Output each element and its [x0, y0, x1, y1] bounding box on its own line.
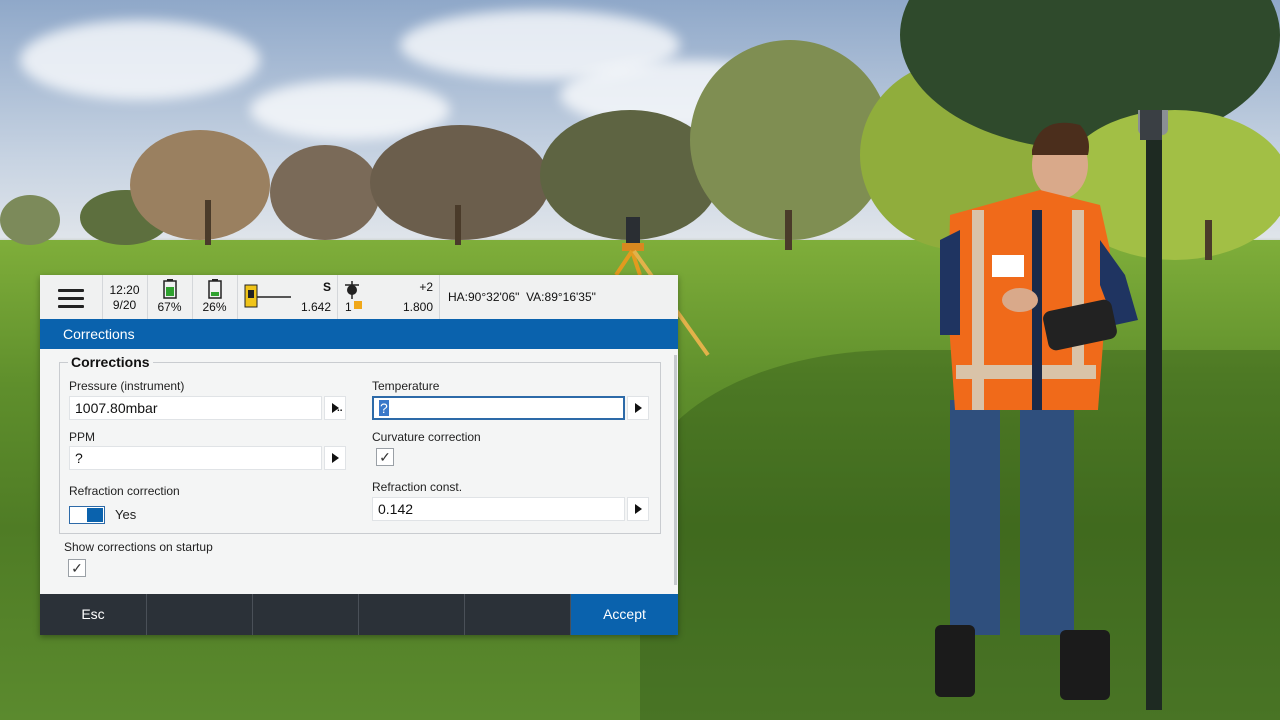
target-height: 1.800	[402, 300, 433, 314]
temperature-arrow-button[interactable]	[627, 396, 649, 420]
refraction-correction-value: Yes	[115, 507, 137, 522]
target-status[interactable]: 1 +2 1.800	[337, 275, 440, 319]
temperature-label: Temperature	[372, 379, 440, 393]
total-station-icon	[244, 284, 291, 308]
battery-1[interactable]: 67%	[147, 275, 193, 319]
battery-2[interactable]: 26%	[192, 275, 238, 319]
toggle-knob	[87, 508, 103, 522]
date-text: 9/20	[112, 298, 137, 312]
softkey-empty-4[interactable]	[465, 594, 571, 635]
temperature-selected-text: ?	[379, 400, 389, 416]
pressure-label: Pressure (instrument)	[69, 379, 185, 393]
tree	[130, 130, 270, 240]
instrument-status[interactable]: S 1.642	[237, 275, 338, 319]
group-title: Corrections	[68, 354, 153, 370]
tree	[270, 145, 380, 240]
tree-trunk	[1205, 220, 1212, 260]
battery-1-percent: 67%	[157, 300, 182, 314]
dialog-title: Corrections	[63, 326, 135, 342]
tree	[0, 195, 60, 245]
pressure-options-button[interactable]: ..	[324, 396, 346, 420]
battery-icon	[207, 279, 222, 299]
scrollbar[interactable]	[674, 355, 677, 585]
refraction-correction-toggle[interactable]	[69, 506, 105, 524]
pressure-input[interactable]: 1007.80mbar	[69, 396, 322, 420]
surveyor-person	[935, 110, 1168, 710]
esc-button[interactable]: Esc	[40, 594, 147, 635]
ellipsis-icon: ..	[337, 403, 343, 414]
ppm-input[interactable]: ?	[69, 446, 322, 470]
softkey-bar: Esc Accept	[40, 594, 678, 635]
instrument-mode: S	[322, 280, 331, 294]
refraction-const-label: Refraction const.	[372, 480, 463, 494]
ppm-arrow-button[interactable]	[324, 446, 346, 470]
angles-text: HA:90°32'06" VA:89°16'35"	[448, 290, 596, 304]
target-number: 1	[345, 300, 352, 314]
curvature-correction-label: Curvature correction	[372, 430, 481, 444]
ppm-label: PPM	[69, 430, 96, 444]
refraction-correction-label: Refraction correction	[69, 484, 180, 498]
clock[interactable]: 12:20 9/20	[102, 275, 148, 319]
cloud	[20, 20, 260, 100]
status-bar: 12:20 9/20 67% 26% S 1.642 1 +2 1.800 HA…	[40, 275, 678, 320]
time-text: 12:20	[109, 283, 140, 297]
dialog-title-bar: Corrections	[40, 319, 678, 349]
corrections-dialog: 12:20 9/20 67% 26% S 1.642 1 +2 1.800 HA…	[40, 275, 678, 635]
refraction-const-arrow-button[interactable]	[627, 497, 649, 521]
instrument-distance: 1.642	[300, 300, 331, 314]
softkey-empty-2[interactable]	[253, 594, 359, 635]
battery-icon	[162, 279, 177, 299]
menu-button[interactable]	[40, 275, 103, 319]
tree-trunk	[205, 200, 211, 245]
show-on-startup-checkbox[interactable]: ✓	[68, 559, 86, 577]
temperature-input[interactable]: ?	[372, 396, 625, 420]
accept-button[interactable]: Accept	[571, 594, 678, 635]
angles-readout[interactable]: HA:90°32'06" VA:89°16'35"	[439, 275, 678, 319]
softkey-empty-3[interactable]	[359, 594, 465, 635]
softkey-empty-1[interactable]	[147, 594, 253, 635]
curvature-correction-checkbox[interactable]: ✓	[376, 448, 394, 466]
battery-2-percent: 26%	[202, 300, 227, 314]
tree-trunk	[455, 205, 461, 245]
hamburger-icon	[58, 289, 84, 313]
refraction-const-input[interactable]: 0.142	[372, 497, 625, 521]
tree-trunk	[785, 210, 792, 250]
prism-offset: +2	[419, 280, 433, 294]
show-on-startup-label: Show corrections on startup	[64, 540, 213, 554]
